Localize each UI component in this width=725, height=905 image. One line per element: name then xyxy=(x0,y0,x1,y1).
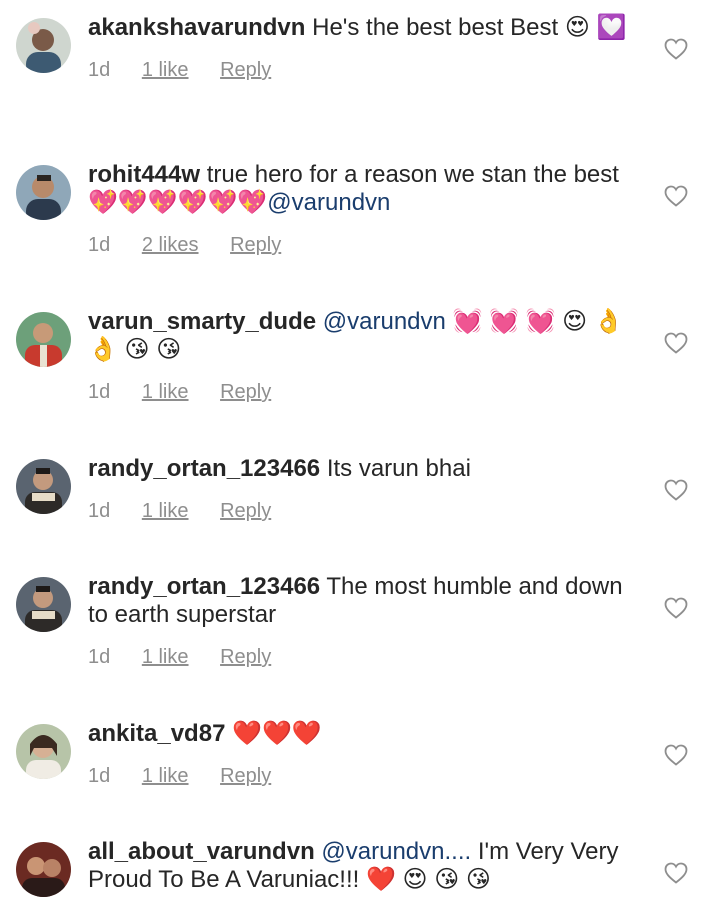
comment-text: He's the best best Best xyxy=(312,14,559,41)
comment-emoji: 😍 💟 xyxy=(564,14,627,41)
comment-likes[interactable]: 2 likes xyxy=(142,231,199,259)
reply-button[interactable]: Reply xyxy=(230,231,281,259)
comment-username[interactable]: akankshavarundvn xyxy=(88,14,305,41)
comment-mention[interactable]: @varundvn xyxy=(267,189,390,216)
avatar[interactable] xyxy=(16,165,71,220)
comment-time: 1d xyxy=(88,646,111,668)
comment-username[interactable]: varun_smarty_dude xyxy=(88,308,316,335)
comment-meta: 1d 2 likes Reply xyxy=(88,231,643,259)
reply-button[interactable]: Reply xyxy=(220,643,271,671)
comment-username[interactable]: randy_ortan_123466 xyxy=(88,455,320,482)
comment-mention[interactable]: @varundvn xyxy=(323,308,446,335)
comment-mention[interactable]: @varundvn.... xyxy=(321,838,471,865)
avatar[interactable] xyxy=(16,18,71,73)
comment-time: 1d xyxy=(88,765,111,787)
avatar[interactable] xyxy=(16,577,71,632)
comment-meta: 1d 1 like Reply xyxy=(88,378,643,406)
comment-meta: 1d 1 like Reply xyxy=(88,762,643,790)
comment-time: 1d xyxy=(88,234,111,256)
comment-body: varun_smarty_dude @varundvn 💓 💓 💓 😍 👌 👌 … xyxy=(88,308,643,406)
heart-icon[interactable] xyxy=(664,332,688,354)
comment-body: randy_ortan_123466 The most humble and d… xyxy=(88,573,643,671)
avatar[interactable] xyxy=(16,312,71,367)
comments-list: akankshavarundvn He's the best best Best… xyxy=(0,0,725,905)
comment-username[interactable]: randy_ortan_123466 xyxy=(88,573,320,600)
comment-body: akankshavarundvn He's the best best Best… xyxy=(88,14,643,84)
comment-text: true hero for a reason we stan the best xyxy=(206,161,619,188)
avatar[interactable] xyxy=(16,459,71,514)
comment-username[interactable]: all_about_varundvn xyxy=(88,838,315,865)
comment-time: 1d xyxy=(88,500,111,522)
comment-likes[interactable]: 1 like xyxy=(142,56,189,84)
comment-meta: 1d 1 like Reply xyxy=(88,643,643,671)
comment-body: randy_ortan_123466 Its varun bhai 1d 1 l… xyxy=(88,455,643,525)
comment-meta: 1d 1 like Reply xyxy=(88,497,643,525)
comment-body: rohit444w true hero for a reason we stan… xyxy=(88,161,643,259)
comment-likes[interactable]: 1 like xyxy=(142,643,189,671)
comment-emoji: ❤️ 😍 😘 😘 xyxy=(365,866,491,893)
heart-icon[interactable] xyxy=(664,38,688,60)
comment-time: 1d xyxy=(88,381,111,403)
avatar[interactable] xyxy=(16,842,71,897)
comment-body: all_about_varundvn @varundvn.... I'm Ver… xyxy=(88,838,643,894)
comment-body: ankita_vd87 ❤️❤️❤️ 1d 1 like Reply xyxy=(88,720,643,790)
comment-meta: 1d 1 like Reply xyxy=(88,56,643,84)
comment-username[interactable]: ankita_vd87 xyxy=(88,720,225,747)
comment-emoji: 💖💖💖💖💖💖 xyxy=(88,189,268,216)
heart-icon[interactable] xyxy=(664,744,688,766)
reply-button[interactable]: Reply xyxy=(220,378,271,406)
comment-likes[interactable]: 1 like xyxy=(142,762,189,790)
heart-icon[interactable] xyxy=(664,862,688,884)
comment-time: 1d xyxy=(88,59,111,81)
reply-button[interactable]: Reply xyxy=(220,56,271,84)
comment-likes[interactable]: 1 like xyxy=(142,497,189,525)
reply-button[interactable]: Reply xyxy=(220,762,271,790)
comment-username[interactable]: rohit444w xyxy=(88,161,200,188)
avatar[interactable] xyxy=(16,724,71,779)
reply-button[interactable]: Reply xyxy=(220,497,271,525)
heart-icon[interactable] xyxy=(664,479,688,501)
comment-text: Its varun bhai xyxy=(326,455,471,482)
heart-icon[interactable] xyxy=(664,597,688,619)
comment-emoji: ❤️❤️❤️ xyxy=(232,720,322,747)
comment-likes[interactable]: 1 like xyxy=(142,378,189,406)
heart-icon[interactable] xyxy=(664,185,688,207)
